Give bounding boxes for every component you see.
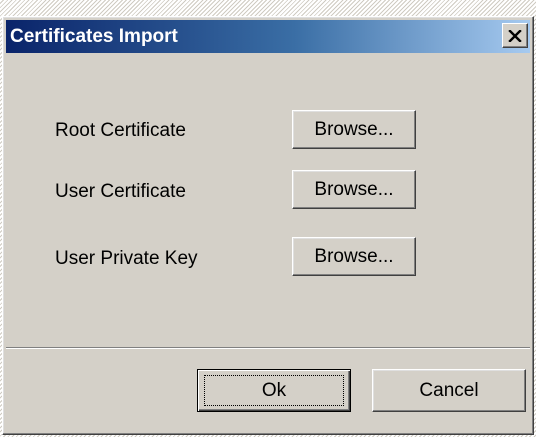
ok-button[interactable]: Ok xyxy=(197,369,351,412)
certificates-import-dialog: Certificates Import Root Certificate Bro… xyxy=(2,16,534,435)
browse-root-certificate-button[interactable]: Browse... xyxy=(292,110,416,149)
focus-rectangle xyxy=(204,375,344,406)
root-certificate-label: Root Certificate xyxy=(55,120,186,141)
user-certificate-label: User Certificate xyxy=(55,181,186,202)
cancel-button[interactable]: Cancel xyxy=(372,369,526,412)
dialog-title: Certificates Import xyxy=(10,26,178,47)
close-button[interactable] xyxy=(502,23,528,48)
footer-separator xyxy=(6,347,530,349)
close-icon xyxy=(508,29,522,42)
user-private-key-label: User Private Key xyxy=(55,248,198,269)
browse-user-private-key-button[interactable]: Browse... xyxy=(292,237,416,276)
browse-user-certificate-button[interactable]: Browse... xyxy=(292,170,416,209)
title-bar[interactable]: Certificates Import xyxy=(6,20,530,53)
